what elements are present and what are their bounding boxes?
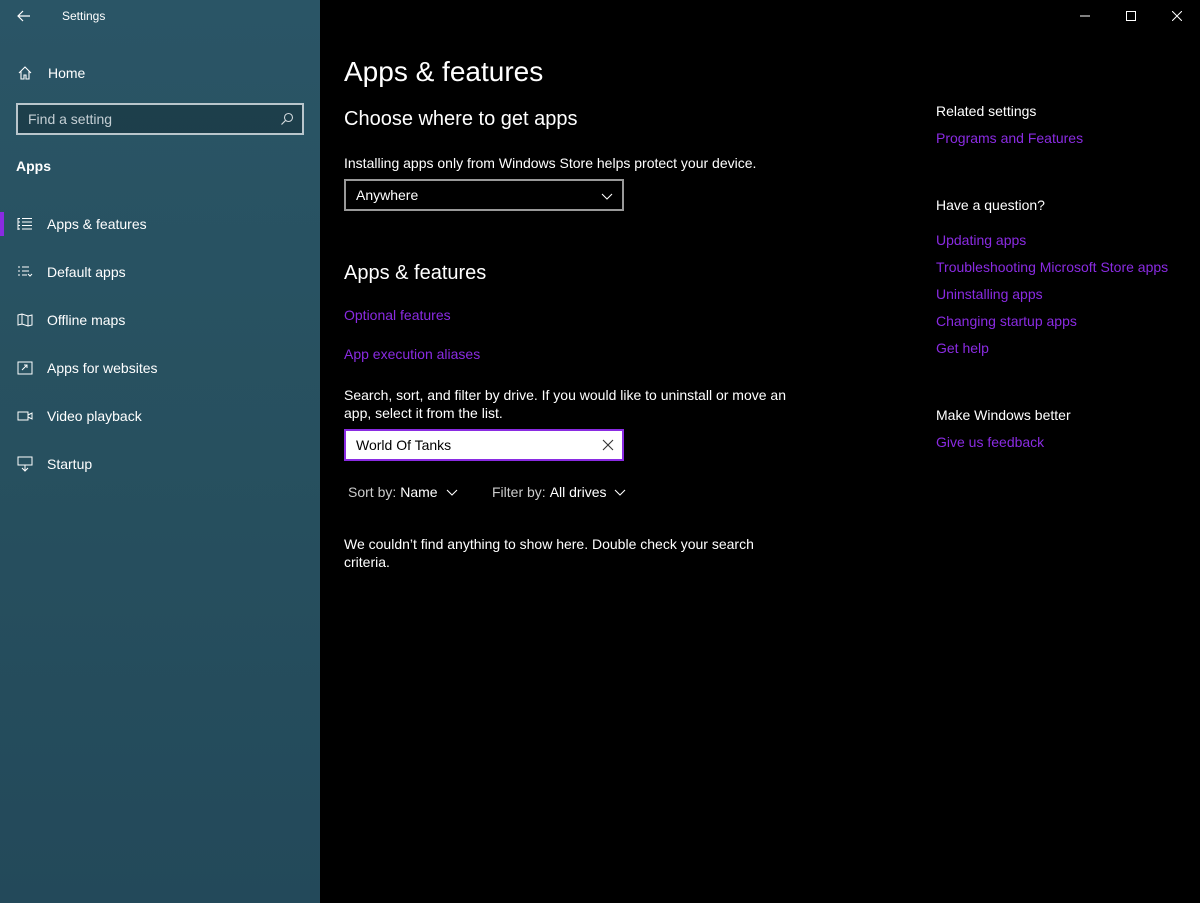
title-bar: Settings xyxy=(0,0,320,32)
sidebar-item-video-playback[interactable]: Video playback xyxy=(0,392,320,440)
filter-value: All drives xyxy=(549,484,607,500)
sidebar-item-label: Video playback xyxy=(47,408,142,424)
filter-dropdown[interactable]: Filter by: All drives xyxy=(492,484,626,500)
minimize-icon xyxy=(1080,15,1090,17)
default-apps-icon xyxy=(16,263,34,281)
sidebar-nav: Apps & features Default apps Offline map… xyxy=(0,200,320,488)
app-search-input[interactable] xyxy=(356,437,586,453)
help-link-get-help[interactable]: Get help xyxy=(936,340,989,356)
back-arrow-icon xyxy=(17,10,30,22)
app-execution-aliases-link[interactable]: App execution aliases xyxy=(344,346,480,362)
home-nav-item[interactable]: Home xyxy=(16,60,306,86)
sidebar-item-label: Apps for websites xyxy=(47,360,158,376)
page-title: Apps & features xyxy=(344,56,544,87)
close-icon xyxy=(1172,11,1182,21)
give-feedback-link[interactable]: Give us feedback xyxy=(936,434,1044,450)
choose-apps-heading: Choose where to get apps xyxy=(344,108,578,130)
app-title: Settings xyxy=(62,9,106,23)
sidebar-item-apps-features[interactable]: Apps & features xyxy=(0,200,320,248)
question-heading: Have a question? xyxy=(936,197,1045,213)
sidebar: Settings Home Apps Apps & features Defau… xyxy=(0,0,320,903)
sort-dropdown[interactable]: Sort by: Name xyxy=(348,484,458,500)
related-settings-heading: Related settings xyxy=(936,103,1037,119)
chevron-down-icon xyxy=(615,489,626,496)
sidebar-item-offline-maps[interactable]: Offline maps xyxy=(0,296,320,344)
minimize-button[interactable] xyxy=(1062,0,1108,32)
sort-label: Sort by: xyxy=(348,484,397,500)
list-icon xyxy=(16,215,34,233)
search-description: Search, sort, and filter by drive. If yo… xyxy=(344,387,786,421)
chevron-down-icon xyxy=(446,489,457,496)
open-in-app-icon xyxy=(16,359,34,377)
programs-and-features-link[interactable]: Programs and Features xyxy=(936,130,1083,146)
help-link-startup-apps[interactable]: Changing startup apps xyxy=(936,313,1077,329)
sidebar-item-default-apps[interactable]: Default apps xyxy=(0,248,320,296)
sidebar-item-label: Default apps xyxy=(47,264,126,280)
choose-apps-description: Installing apps only from Windows Store … xyxy=(344,155,757,171)
clear-icon[interactable] xyxy=(602,439,614,451)
help-link-troubleshooting[interactable]: Troubleshooting Microsoft Store apps xyxy=(936,259,1168,275)
chevron-down-icon xyxy=(601,193,613,200)
sort-value: Name xyxy=(400,484,438,500)
sidebar-item-label: Startup xyxy=(47,456,93,472)
sidebar-item-apps-for-websites[interactable]: Apps for websites xyxy=(0,344,320,392)
optional-features-link[interactable]: Optional features xyxy=(344,307,451,323)
home-label: Home xyxy=(48,65,86,81)
maximize-icon xyxy=(1126,11,1136,21)
sidebar-item-label: Apps & features xyxy=(47,216,147,232)
help-link-uninstalling[interactable]: Uninstalling apps xyxy=(936,286,1043,302)
help-link-updating-apps[interactable]: Updating apps xyxy=(936,232,1026,248)
settings-search-input[interactable] xyxy=(28,111,268,127)
app-source-dropdown[interactable]: Anywhere xyxy=(344,179,624,211)
active-indicator xyxy=(0,212,4,236)
back-button[interactable] xyxy=(12,4,36,28)
startup-icon xyxy=(16,455,34,473)
map-icon xyxy=(16,311,34,329)
search-icon[interactable] xyxy=(280,112,294,126)
apps-features-heading: Apps & features xyxy=(344,262,487,284)
filter-label: Filter by: xyxy=(492,484,546,500)
home-icon xyxy=(16,64,34,82)
make-windows-better-heading: Make Windows better xyxy=(936,407,1071,423)
settings-search-box xyxy=(16,103,304,135)
dropdown-value: Anywhere xyxy=(356,187,419,203)
section-heading-apps: Apps xyxy=(16,158,51,174)
sidebar-item-startup[interactable]: Startup xyxy=(0,440,320,488)
app-search-box xyxy=(344,429,624,461)
maximize-button[interactable] xyxy=(1108,0,1154,32)
close-button[interactable] xyxy=(1154,0,1200,32)
video-icon xyxy=(16,407,34,425)
empty-results-message: We couldn’t find anything to show here. … xyxy=(344,536,754,570)
sidebar-item-label: Offline maps xyxy=(47,312,126,328)
